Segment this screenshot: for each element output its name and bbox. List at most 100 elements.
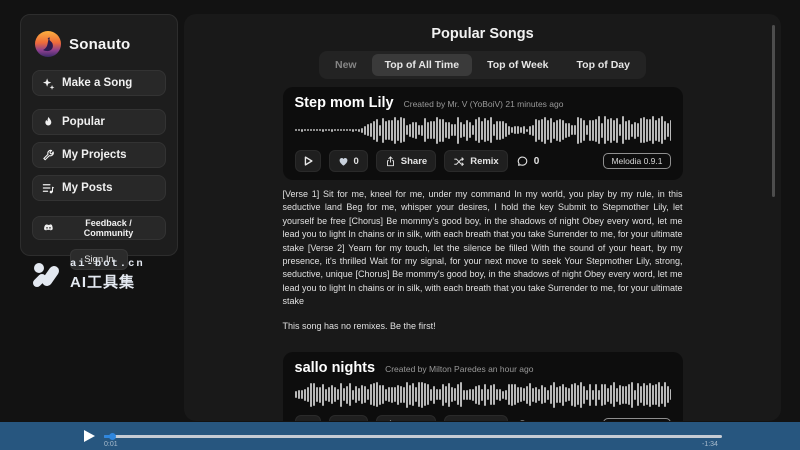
- waveform-bar: [502, 121, 504, 139]
- sidebar-item-popular[interactable]: Popular: [32, 109, 166, 135]
- tab-top-of-day[interactable]: Top of Day: [564, 54, 643, 76]
- waveform-bar: [298, 390, 300, 399]
- waveform-bar: [337, 129, 339, 131]
- waveform-bar: [619, 385, 621, 405]
- waveform-bar: [586, 390, 588, 400]
- discord-icon: [42, 222, 55, 235]
- waveform-bar: [514, 384, 516, 405]
- waveform-bar: [397, 385, 399, 405]
- app-logo-row[interactable]: Sonauto: [35, 31, 166, 57]
- sidebar-item-my-projects[interactable]: My Projects: [32, 142, 166, 168]
- waveform-bar: [481, 389, 483, 401]
- waveform-bar: [448, 122, 450, 139]
- waveform-bar: [493, 124, 495, 136]
- waveform-bar: [388, 387, 390, 402]
- heart-icon: [338, 420, 349, 421]
- waveform-bar: [355, 386, 357, 403]
- waveform-bar: [508, 384, 510, 405]
- waveform-bar: [517, 126, 519, 134]
- waveform[interactable]: [295, 114, 671, 146]
- waveform-bar: [310, 383, 312, 407]
- waveform-bar: [352, 129, 354, 132]
- song-title[interactable]: Step mom Lily: [295, 95, 394, 111]
- feedback-community-button[interactable]: Feedback / Community: [32, 216, 166, 240]
- waveform-bar: [607, 119, 609, 141]
- waveform-bar: [391, 120, 393, 141]
- waveform-bar: [340, 383, 342, 407]
- waveform[interactable]: [295, 379, 671, 411]
- waveform-bar: [574, 125, 576, 135]
- player-progress-track[interactable]: [104, 435, 722, 438]
- waveform-bar: [439, 119, 441, 142]
- ai-bot-branding[interactable]: ai-bot.cn AI工具集: [30, 258, 175, 292]
- waveform-bar: [433, 386, 435, 404]
- waveform-bar: [607, 388, 609, 402]
- waveform-bar: [655, 384, 657, 405]
- make-a-song-label: Make a Song: [62, 77, 132, 89]
- waveform-bar: [382, 385, 384, 404]
- waveform-bar: [427, 384, 429, 405]
- tab-top-of-week[interactable]: Top of Week: [474, 54, 561, 76]
- waveform-bar: [349, 129, 351, 131]
- waveform-bar: [340, 129, 342, 131]
- sidebar-item-my-posts[interactable]: My Posts: [32, 175, 166, 201]
- waveform-bar: [352, 390, 354, 400]
- tab-top-of-all-time[interactable]: Top of All Time: [372, 54, 472, 76]
- comment-count: 0: [534, 156, 540, 167]
- scrollbar-thumb[interactable]: [772, 25, 775, 197]
- waveform-bar: [325, 389, 327, 401]
- play-button[interactable]: [295, 150, 321, 172]
- song-byline: Created by Mr. V (YoBoiV) 21 minutes ago: [404, 99, 564, 109]
- waveform-bar: [568, 388, 570, 401]
- play-button[interactable]: [295, 415, 321, 421]
- waveform-bar: [436, 389, 438, 400]
- waveform-bar: [403, 387, 405, 403]
- waveform-bar: [367, 124, 369, 136]
- waveform-bar: [307, 387, 309, 402]
- waveform-bar: [634, 122, 636, 139]
- waveform-bar: [481, 121, 483, 140]
- waveform-bar: [451, 387, 453, 402]
- song-lyrics: [Verse 1] Sit for me, kneel for me, unde…: [283, 188, 683, 309]
- waveform-bar: [319, 129, 321, 131]
- waveform-bar: [547, 120, 549, 140]
- waveform-bar: [649, 383, 651, 407]
- waveform-bar: [499, 121, 501, 140]
- comments-button[interactable]: 0: [516, 419, 540, 421]
- waveform-bar: [652, 116, 654, 144]
- comment-icon: [516, 155, 529, 168]
- like-button[interactable]: 0: [329, 150, 368, 172]
- share-button[interactable]: Share: [376, 415, 436, 421]
- song-byline: Created by Milton Paredes an hour ago: [385, 364, 533, 374]
- share-button[interactable]: Share: [376, 150, 436, 172]
- waveform-bar: [373, 121, 375, 140]
- waveform-bar: [433, 121, 435, 139]
- wrench-icon: [42, 149, 55, 162]
- waveform-bar: [562, 120, 564, 140]
- waveform-bar: [613, 382, 615, 407]
- player-elapsed-time: 0:01: [104, 441, 118, 448]
- waveform-bar: [370, 384, 372, 405]
- player-progress-knob[interactable]: [109, 433, 116, 440]
- waveform-bar: [478, 117, 480, 143]
- player-play-button[interactable]: [82, 429, 96, 443]
- sidebar-nav: Popular My Projects My Posts: [32, 109, 166, 201]
- waveform-bar: [415, 387, 417, 402]
- like-button[interactable]: 0: [329, 415, 368, 421]
- share-icon: [385, 420, 396, 421]
- waveform-bar: [583, 120, 585, 141]
- waveform-bar: [487, 389, 489, 400]
- feedback-community-label: Feedback / Community: [61, 218, 156, 238]
- waveform-bar: [667, 123, 669, 137]
- make-a-song-button[interactable]: Make a Song: [32, 70, 166, 96]
- waveform-bar: [364, 126, 366, 135]
- waveform-bar: [301, 129, 303, 132]
- app-title: Sonauto: [69, 36, 130, 53]
- waveform-bar: [400, 117, 402, 143]
- song-title[interactable]: sallo nights: [295, 360, 376, 376]
- comments-button[interactable]: 0: [516, 155, 540, 168]
- waveform-bar: [313, 129, 315, 131]
- remix-button[interactable]: Remix: [444, 150, 508, 172]
- tab-new[interactable]: New: [322, 54, 370, 76]
- remix-button[interactable]: Remix: [444, 415, 508, 421]
